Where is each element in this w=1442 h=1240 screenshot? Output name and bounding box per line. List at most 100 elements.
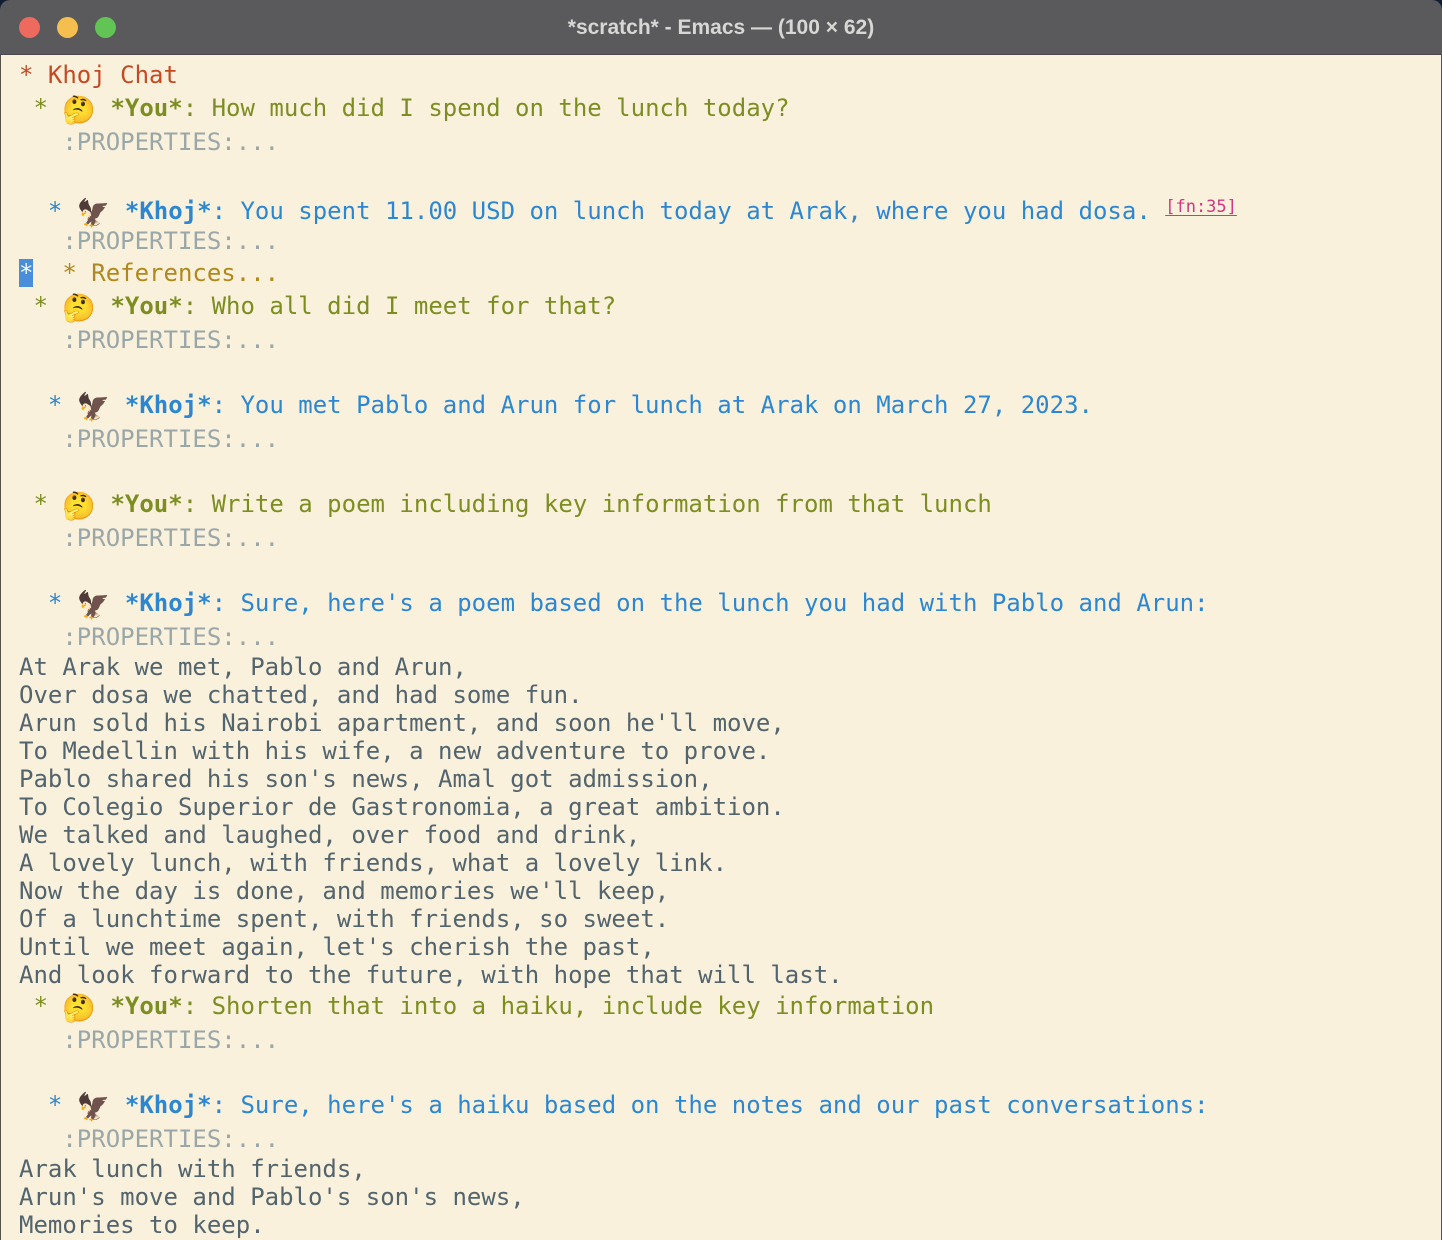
buffer-line: :PROPERTIES:... — [19, 225, 1441, 257]
eagle-emoji: 🦅 — [77, 589, 111, 621]
you-message-text — [96, 292, 110, 320]
you-message-text — [96, 992, 110, 1020]
you-message-text: : Shorten that into a haiku, include key… — [183, 992, 934, 1020]
buffer-line: :PROPERTIES:... — [19, 126, 1441, 158]
eagle-emoji: 🦅 — [77, 391, 111, 423]
buffer-line: And look forward to the future, with hop… — [19, 961, 1441, 989]
thinking-face-emoji: 🤔 — [62, 490, 96, 522]
buffer-line: * 🦅 *Khoj*: You met Pablo and Arun for l… — [19, 388, 1441, 423]
message-body-text: A lovely lunch, with friends, what a lov… — [19, 849, 727, 877]
properties-drawer-folded[interactable]: :PROPERTIES:... — [19, 623, 279, 651]
eagle-emoji: 🦅 — [77, 1091, 111, 1123]
org-heading-khoj-chat: * Khoj Chat — [19, 61, 178, 89]
message-body-text: Arun's move and Pablo's son's news, — [19, 1183, 525, 1211]
buffer-line: Over dosa we chatted, and had some fun. — [19, 681, 1441, 709]
buffer-line: A lovely lunch, with friends, what a lov… — [19, 849, 1441, 877]
khoj-message-text: * — [19, 391, 77, 419]
text-cursor: * — [19, 259, 33, 287]
you-speaker-label: *You* — [110, 490, 182, 518]
buffer-line: Arak lunch with friends, — [19, 1155, 1441, 1183]
buffer-line: :PROPERTIES:... — [19, 324, 1441, 356]
buffer-line — [19, 356, 1441, 388]
you-message-text: : Write a poem including key information… — [183, 490, 992, 518]
khoj-message-text: * — [19, 197, 77, 225]
you-message-text: * — [19, 490, 62, 518]
message-body-text: Arun sold his Nairobi apartment, and soo… — [19, 709, 785, 737]
buffer-content[interactable]: * Khoj Chat * 🤔 *You*: How much did I sp… — [0, 55, 1442, 1240]
khoj-message-text: : Sure, here's a poem based on the lunch… — [212, 589, 1209, 617]
buffer-line: To Colegio Superior de Gastronomia, a gr… — [19, 793, 1441, 821]
buffer-line: :PROPERTIES:... — [19, 522, 1441, 554]
buffer-line: * 🤔 *You*: How much did I spend on the l… — [19, 91, 1441, 126]
buffer-line: Of a lunchtime spent, with friends, so s… — [19, 905, 1441, 933]
thinking-face-emoji: 🤔 — [62, 292, 96, 324]
buffer-line: Memories to keep. — [19, 1211, 1441, 1239]
properties-drawer-folded[interactable]: :PROPERTIES:... — [19, 326, 279, 354]
message-body-text: And look forward to the future, with hop… — [19, 961, 843, 989]
buffer-line: * 🦅 *Khoj*: You spent 11.00 USD on lunch… — [19, 190, 1441, 225]
properties-drawer-folded[interactable]: :PROPERTIES:... — [19, 1026, 279, 1054]
khoj-message-text: * — [19, 1091, 77, 1119]
khoj-message-text: * — [19, 589, 77, 617]
khoj-message-text: : You met Pablo and Arun for lunch at Ar… — [212, 391, 1093, 419]
you-speaker-label: *You* — [110, 94, 182, 122]
you-message-text: : How much did I spend on the lunch toda… — [183, 94, 790, 122]
message-body-text: Now the day is done, and memories we'll … — [19, 877, 669, 905]
you-speaker-label: *You* — [110, 992, 182, 1020]
khoj-message-text — [110, 1091, 124, 1119]
khoj-speaker-label: *Khoj* — [125, 197, 212, 225]
khoj-message-text: : Sure, here's a haiku based on the note… — [212, 1091, 1209, 1119]
you-message-text: : Who all did I meet for that? — [183, 292, 616, 320]
properties-drawer-folded[interactable]: :PROPERTIES:... — [19, 425, 279, 453]
khoj-message-text — [110, 391, 124, 419]
message-body-text: At Arak we met, Pablo and Arun, — [19, 653, 467, 681]
buffer-line: * 🦅 *Khoj*: Sure, here's a poem based on… — [19, 586, 1441, 621]
khoj-speaker-label: *Khoj* — [125, 1091, 212, 1119]
footnote-link[interactable]: [fn:35] — [1165, 197, 1237, 217]
properties-drawer-folded[interactable]: :PROPERTIES:... — [19, 1125, 279, 1153]
you-message-text — [96, 490, 110, 518]
buffer-line: To Medellin with his wife, a new adventu… — [19, 737, 1441, 765]
message-body-text: To Colegio Superior de Gastronomia, a gr… — [19, 793, 785, 821]
buffer-line: :PROPERTIES:... — [19, 621, 1441, 653]
you-message-text: * — [19, 94, 62, 122]
message-body-text: Pablo shared his son's news, Amal got ad… — [19, 765, 713, 793]
message-body-text: Until we meet again, let's cherish the p… — [19, 933, 655, 961]
message-body-text: Over dosa we chatted, and had some fun. — [19, 681, 583, 709]
khoj-speaker-label: *Khoj* — [125, 391, 212, 419]
buffer-line: We talked and laughed, over food and dri… — [19, 821, 1441, 849]
khoj-message-text — [110, 589, 124, 617]
buffer-line: At Arak we met, Pablo and Arun, — [19, 653, 1441, 681]
you-speaker-label: *You* — [110, 292, 182, 320]
buffer-line: * 🤔 *You*: Shorten that into a haiku, in… — [19, 989, 1441, 1024]
properties-drawer-folded[interactable]: :PROPERTIES:... — [19, 128, 279, 156]
message-body-text: Of a lunchtime spent, with friends, so s… — [19, 905, 669, 933]
you-message-text: * — [19, 292, 62, 320]
message-body-text: Memories to keep. — [19, 1211, 265, 1239]
message-body-text: We talked and laughed, over food and dri… — [19, 821, 640, 849]
buffer-line: :PROPERTIES:... — [19, 423, 1441, 455]
khoj-message-text — [110, 197, 124, 225]
buffer-line — [19, 1056, 1441, 1088]
buffer-line: * * References... — [19, 257, 1441, 289]
buffer-line: Arun sold his Nairobi apartment, and soo… — [19, 709, 1441, 737]
buffer-line: Arun's move and Pablo's son's news, — [19, 1183, 1441, 1211]
emacs-window: *scratch* - Emacs — (100 × 62) * Khoj Ch… — [0, 0, 1442, 1240]
message-body-text: Arak lunch with friends, — [19, 1155, 366, 1183]
buffer-line: :PROPERTIES:... — [19, 1123, 1441, 1155]
buffer-line: * 🤔 *You*: Write a poem including key in… — [19, 487, 1441, 522]
window-titlebar[interactable]: *scratch* - Emacs — (100 × 62) — [0, 0, 1442, 55]
buffer-line — [19, 158, 1441, 190]
message-body-text: To Medellin with his wife, a new adventu… — [19, 737, 770, 765]
properties-drawer-folded[interactable]: :PROPERTIES:... — [19, 524, 279, 552]
khoj-speaker-label: *Khoj* — [125, 589, 212, 617]
references-heading-folded[interactable]: * References... — [33, 259, 279, 287]
buffer-line — [19, 455, 1441, 487]
buffer-line — [19, 554, 1441, 586]
you-message-text — [96, 94, 110, 122]
buffer-line: :PROPERTIES:... — [19, 1024, 1441, 1056]
properties-drawer-folded[interactable]: :PROPERTIES:... — [19, 227, 279, 255]
buffer-line: * 🦅 *Khoj*: Sure, here's a haiku based o… — [19, 1088, 1441, 1123]
buffer-line: Pablo shared his son's news, Amal got ad… — [19, 765, 1441, 793]
buffer-line: * 🤔 *You*: Who all did I meet for that? — [19, 289, 1441, 324]
